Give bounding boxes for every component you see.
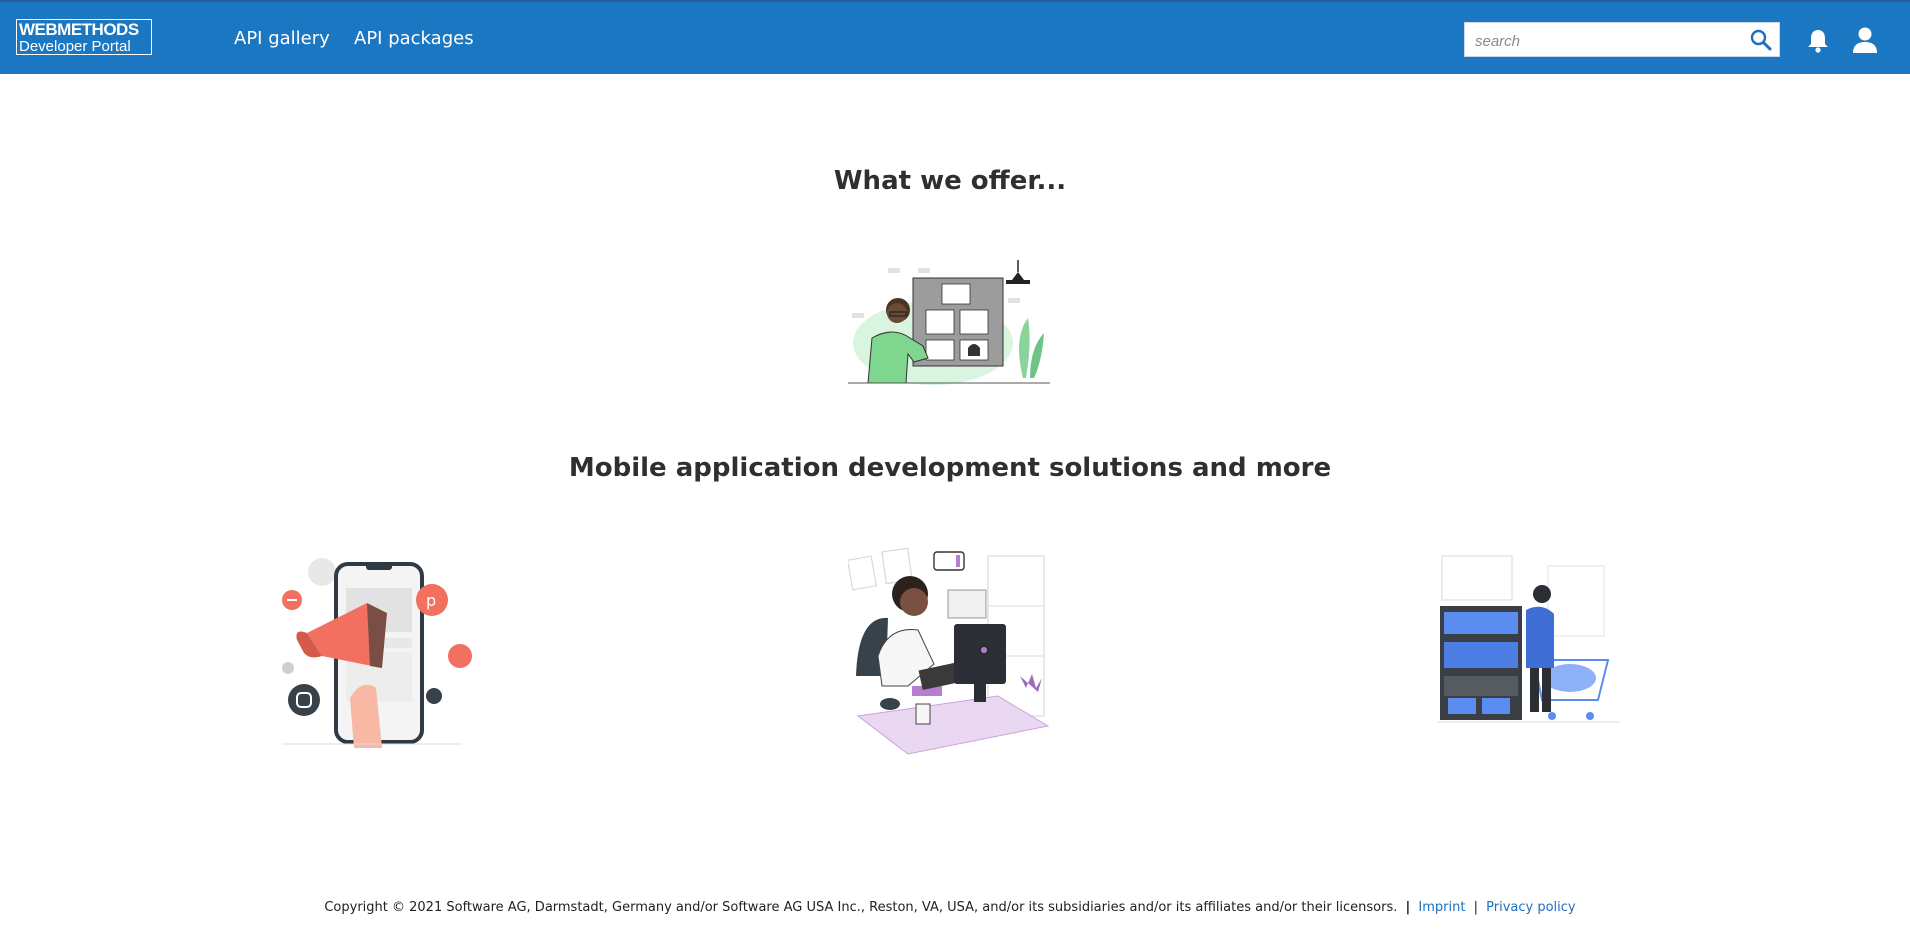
privacy-policy-link[interactable]: Privacy policy xyxy=(1486,900,1575,915)
bell-icon[interactable] xyxy=(1806,28,1830,54)
footer-separator: | xyxy=(1405,900,1411,915)
presentation-board-illustration xyxy=(848,260,1050,385)
imprint-link[interactable]: Imprint xyxy=(1418,900,1465,915)
nav-api-gallery[interactable]: API gallery xyxy=(234,28,330,49)
svg-text:p: p xyxy=(426,591,436,610)
shopping-cart-illustration xyxy=(1438,555,1620,723)
search-box xyxy=(1464,22,1780,57)
marketing-megaphone-illustration: p xyxy=(282,558,472,748)
portal-logo[interactable]: WEBMETHODS Developer Portal xyxy=(16,19,152,55)
solutions-heading: Mobile application development solutions… xyxy=(568,453,1332,483)
copyright-text: Copyright © 2021 Software AG, Darmstadt,… xyxy=(324,900,1398,915)
page-footer: Copyright © 2021 Software AG, Darmstadt,… xyxy=(0,900,1900,915)
nav-api-packages[interactable]: API packages xyxy=(354,28,474,49)
offer-heading: What we offer... xyxy=(833,166,1067,196)
logo-brand: WEBMETHODS xyxy=(19,20,139,39)
search-icon[interactable] xyxy=(1749,28,1773,52)
top-navigation-bar: WEBMETHODS Developer Portal API gallery … xyxy=(0,0,1910,74)
developer-desk-illustration xyxy=(848,547,1050,755)
user-icon[interactable] xyxy=(1852,26,1878,54)
footer-link-separator: | xyxy=(1473,900,1478,915)
search-input[interactable] xyxy=(1473,29,1747,53)
logo-subtitle: Developer Portal xyxy=(19,38,131,55)
